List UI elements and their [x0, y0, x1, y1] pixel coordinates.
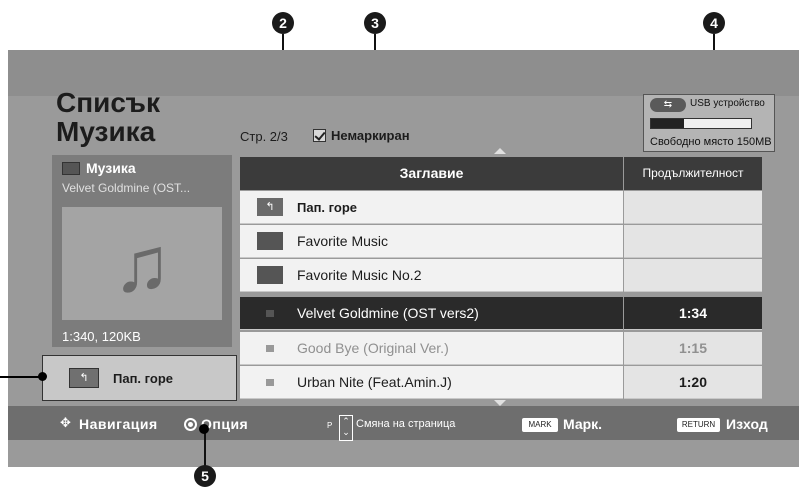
- list-item-duration: 1:15: [624, 332, 762, 365]
- list-item-label: Velvet Goldmine (OST vers2): [297, 305, 479, 321]
- now-playing-title: Музика: [86, 160, 136, 176]
- now-playing-info: 1:340, 120KB: [62, 329, 141, 344]
- usb-device-label: USB устройство: [690, 98, 765, 109]
- list-item[interactable]: ↰ Пап. горе: [240, 191, 623, 224]
- column-header-duration[interactable]: Продължителност: [624, 157, 762, 190]
- folder-icon: [257, 232, 283, 250]
- list-item-label: Favorite Music No.2: [297, 267, 422, 283]
- now-playing-track: Velvet Goldmine (OST...: [62, 181, 191, 195]
- folder-up-icon: ↰: [69, 368, 99, 388]
- music-file-icon: [266, 309, 274, 317]
- list-item[interactable]: Favorite Music: [240, 225, 623, 258]
- callout-badge-4: 4: [703, 12, 725, 34]
- music-file-icon: [266, 344, 274, 352]
- callout-dot-1: [38, 372, 47, 381]
- list-item[interactable]: Good Bye (Original Ver.): [240, 332, 623, 365]
- checkbox-icon[interactable]: [313, 129, 326, 142]
- navigation-icon: ✥: [60, 415, 71, 430]
- navigation-label: Навигация: [79, 416, 158, 432]
- music-file-icon: [266, 378, 274, 386]
- folder-up-button[interactable]: ↰ Пап. горе: [42, 355, 237, 401]
- list-item-label: Good Bye (Original Ver.): [297, 340, 449, 356]
- p-key-label: P: [327, 421, 333, 430]
- mark-label: Марк.: [563, 416, 603, 432]
- list-item-duration: 1:34: [624, 297, 762, 330]
- usb-free-space: Свободно място 150MB: [650, 136, 772, 148]
- usb-icon: ⇆: [650, 98, 686, 112]
- page-title-line1: Списък: [56, 87, 160, 118]
- column-header-title[interactable]: Заглавие: [240, 157, 623, 190]
- list-item-duration: [624, 225, 762, 258]
- page-title-line2: Музика: [56, 116, 156, 147]
- page-title: Списък Музика: [56, 88, 160, 146]
- folder-up-label: Пап. горе: [113, 370, 174, 386]
- list-item-label: Пап. горе: [297, 199, 358, 215]
- page-indicator: Стр. 2/3: [240, 129, 288, 144]
- folder-icon: [257, 266, 283, 284]
- folder-icon: [62, 162, 80, 175]
- exit-label: Изход: [726, 416, 768, 432]
- list-item-label: Favorite Music: [297, 233, 389, 249]
- callout-badge-3: 3: [364, 12, 386, 34]
- list-item-selected[interactable]: Velvet Goldmine (OST vers2): [240, 297, 623, 330]
- folder-up-icon: ↰: [257, 198, 283, 216]
- page-change-label: Смяна на страница: [356, 418, 456, 430]
- list-item[interactable]: Urban Nite (Feat.Amin.J): [240, 366, 623, 399]
- unmarked-filter[interactable]: Немаркиран: [313, 128, 410, 143]
- option-icon: [184, 418, 197, 431]
- list-item[interactable]: Favorite Music No.2: [240, 259, 623, 292]
- album-art: ♫: [62, 207, 222, 320]
- music-note-icon: ♫: [112, 219, 172, 308]
- list-item-duration: [624, 191, 762, 224]
- mark-key[interactable]: MARK: [522, 418, 558, 432]
- list-item-label: Urban Nite (Feat.Amin.J): [297, 374, 452, 390]
- callout-badge-5: 5: [194, 465, 216, 487]
- callout-dot-5: [199, 424, 209, 434]
- return-key[interactable]: RETURN: [677, 418, 720, 432]
- callout-badge-2: 2: [272, 12, 294, 34]
- list-item-duration: 1:20: [624, 366, 762, 399]
- page-updown-icon[interactable]: ⌃ ⌄: [339, 415, 353, 441]
- list-item-duration: [624, 259, 762, 292]
- scroll-up-arrow-icon[interactable]: [494, 148, 506, 154]
- usb-storage-fill: [651, 119, 684, 128]
- unmarked-label: Немаркиран: [331, 128, 410, 143]
